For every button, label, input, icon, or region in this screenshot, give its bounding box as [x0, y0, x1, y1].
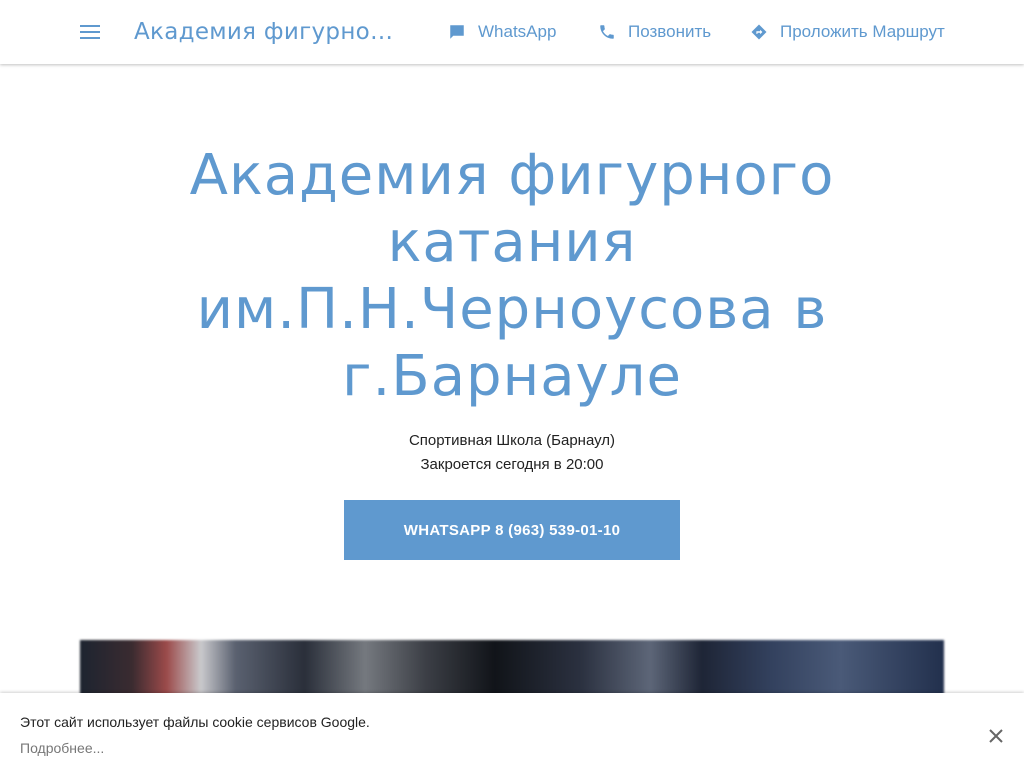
page-title-line: г.Барнауле	[342, 344, 682, 409]
directions-link[interactable]: Проложить Маршрут	[750, 20, 945, 44]
hamburger-menu-icon	[80, 25, 100, 39]
directions-icon	[751, 24, 767, 40]
whatsapp-link[interactable]: WhatsApp	[448, 20, 556, 44]
cookie-banner: Этот сайт использует файлы cookie сервис…	[0, 693, 1024, 768]
cookie-more-link[interactable]: Подробнее...	[20, 740, 104, 756]
top-bar: Академия фигурного... WhatsApp Позвонить…	[0, 0, 1024, 64]
call-link[interactable]: Позвонить	[598, 20, 711, 44]
menu-button[interactable]	[78, 20, 102, 44]
page-title-line: им.П.Н.Черноусова в	[196, 277, 828, 342]
page-title-line: катания	[387, 210, 637, 275]
opening-hours: Закроется сегодня в 20:00	[420, 456, 604, 473]
cookie-notice-text: Этот сайт использует файлы cookie сервис…	[20, 714, 370, 730]
business-category: Спортивная Школа (Барнаул)	[408, 432, 616, 449]
business-info: Спортивная Школа (Барнаул) Закроется сег…	[212, 429, 812, 477]
call-label: Позвонить	[628, 22, 712, 41]
site-brand[interactable]: Академия фигурного...	[134, 16, 404, 48]
whatsapp-label: WhatsApp	[478, 22, 557, 41]
page-title: Академия фигурного катания им.П.Н.Черноу…	[112, 142, 912, 410]
page-title-line: Академия фигурного	[189, 143, 835, 208]
cookie-close-button[interactable]	[984, 724, 1008, 748]
directions-label: Проложить Маршрут	[780, 22, 945, 41]
chat-bubble-icon	[450, 25, 464, 39]
whatsapp-cta-button[interactable]: WHATSAPP 8 (963) 539-01-10	[344, 500, 680, 560]
phone-icon	[600, 25, 614, 39]
close-icon	[989, 729, 1003, 743]
